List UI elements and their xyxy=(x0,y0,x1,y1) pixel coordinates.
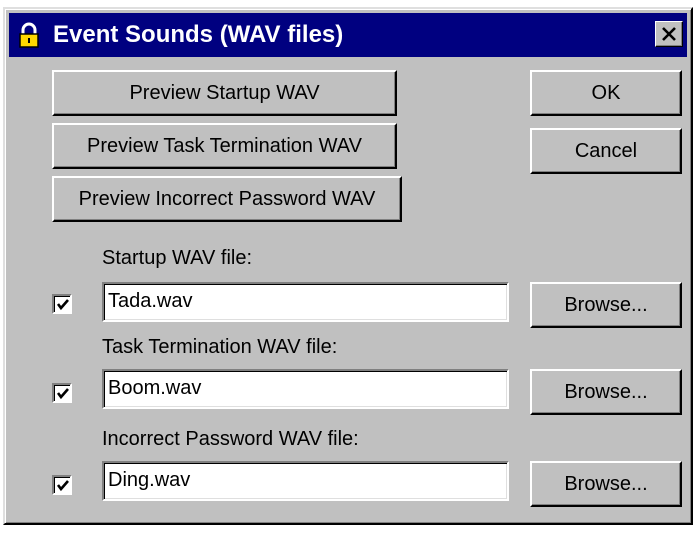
cancel-button[interactable]: Cancel xyxy=(530,128,682,174)
task-termination-browse-button[interactable]: Browse... xyxy=(530,369,682,415)
close-button[interactable] xyxy=(655,21,683,47)
startup-browse-button[interactable]: Browse... xyxy=(530,282,682,328)
event-sounds-dialog: Event Sounds (WAV files) Preview Startup… xyxy=(3,7,693,525)
close-icon xyxy=(662,27,676,41)
task-termination-wav-label: Task Termination WAV file: xyxy=(102,336,338,358)
incorrect-password-browse-button[interactable]: Browse... xyxy=(530,461,682,507)
incorrect-password-wav-field[interactable] xyxy=(102,461,509,501)
incorrect-password-wav-input[interactable] xyxy=(108,465,501,495)
preview-task-termination-button[interactable]: Preview Task Termination WAV xyxy=(52,123,397,169)
startup-wav-label: Startup WAV file: xyxy=(102,247,253,269)
task-termination-wav-input[interactable] xyxy=(108,373,501,403)
title-bar[interactable]: Event Sounds (WAV files) xyxy=(9,13,687,57)
startup-wav-field[interactable] xyxy=(102,282,509,322)
window-title: Event Sounds (WAV files) xyxy=(53,21,344,48)
incorrect-password-wav-label: Incorrect Password WAV file: xyxy=(102,428,359,450)
padlock-icon xyxy=(15,21,43,49)
task-termination-wav-field[interactable] xyxy=(102,369,509,409)
preview-incorrect-password-button[interactable]: Preview Incorrect Password WAV xyxy=(52,176,402,222)
checkmark-icon xyxy=(56,480,69,492)
checkmark-icon xyxy=(56,388,69,400)
incorrect-password-wav-checkbox[interactable] xyxy=(52,475,72,495)
ok-button[interactable]: OK xyxy=(530,70,682,116)
checkmark-icon xyxy=(56,299,69,311)
preview-startup-button[interactable]: Preview Startup WAV xyxy=(52,70,397,116)
startup-wav-input[interactable] xyxy=(108,286,501,316)
startup-wav-checkbox[interactable] xyxy=(52,294,72,314)
task-termination-wav-checkbox[interactable] xyxy=(52,383,72,403)
